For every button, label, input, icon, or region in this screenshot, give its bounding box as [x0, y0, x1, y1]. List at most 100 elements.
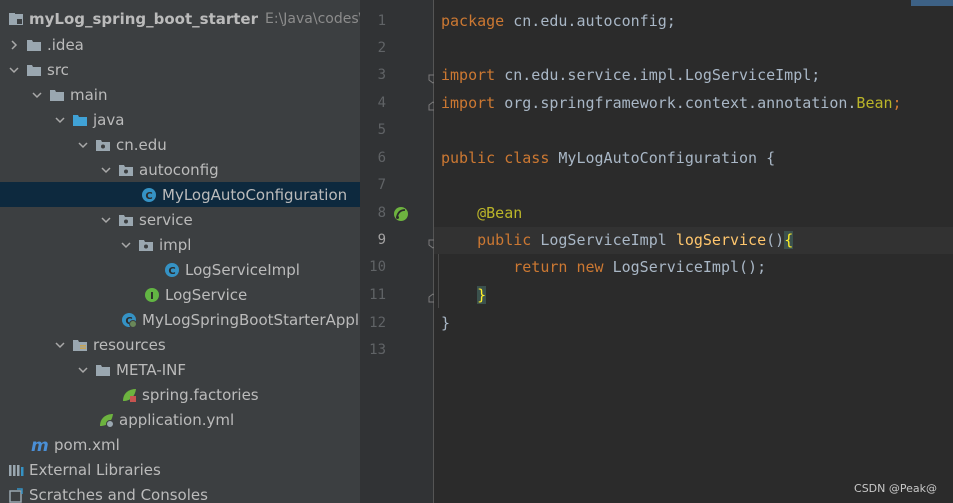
- project-path: E:\Java\codes\ss: [265, 11, 360, 27]
- tree-item-pom-xml[interactable]: m pom.xml: [0, 432, 360, 457]
- tree-item-label: LogService: [165, 285, 248, 304]
- line-number: 6: [377, 150, 386, 166]
- chevron-down-icon[interactable]: [54, 339, 66, 351]
- tree-root[interactable]: myLog_spring_boot_starter E:\Java\codes\…: [0, 7, 360, 31]
- line-number: 7: [377, 177, 386, 193]
- bean-gutter-icon[interactable]: [392, 205, 410, 223]
- tree-item-spring-factories[interactable]: spring.factories: [0, 382, 360, 407]
- folder-icon: [49, 87, 65, 103]
- code-line-6: public class MyLogAutoConfiguration {: [441, 149, 776, 167]
- tree-item-label: Scratches and Consoles: [29, 485, 208, 503]
- code-line-10: return new LogServiceImpl();: [513, 258, 767, 276]
- tree-item-label: impl: [159, 235, 192, 254]
- tree-item-label: pom.xml: [54, 435, 120, 454]
- chevron-down-icon[interactable]: [31, 89, 43, 101]
- svg-text:I: I: [150, 291, 154, 302]
- class-icon: C: [164, 262, 180, 278]
- chevron-down-icon[interactable]: [54, 114, 66, 126]
- interface-icon: I: [144, 287, 160, 303]
- chevron-down-icon[interactable]: [100, 214, 112, 226]
- line-number: 9: [377, 232, 386, 248]
- line-number: 8: [377, 205, 386, 221]
- tree-item-resources[interactable]: resources: [0, 332, 360, 357]
- package-icon: [138, 237, 154, 253]
- tree-item-java[interactable]: java: [0, 107, 360, 132]
- chevron-right-icon[interactable]: [8, 39, 20, 51]
- tree-item-logservice[interactable]: I LogService: [0, 282, 360, 307]
- ide-window: myLog_spring_boot_starter E:\Java\codes\…: [0, 0, 953, 503]
- indent-guide: [438, 254, 439, 308]
- tree-item-src[interactable]: src: [0, 57, 360, 82]
- line-number: 3: [377, 67, 386, 83]
- code-line-12: }: [441, 314, 451, 332]
- resources-folder-icon: [72, 337, 88, 353]
- scratches-icon: [8, 487, 24, 503]
- line-number: 2: [377, 40, 386, 56]
- module-folder-icon: [8, 11, 24, 27]
- tree-item-label: autoconfig: [139, 160, 219, 179]
- tree-item-label: MyLogAutoConfiguration: [162, 185, 348, 204]
- spring-leaf-icon: [121, 387, 137, 403]
- tree-item-external-libraries[interactable]: External Libraries: [0, 457, 360, 482]
- watermark: CSDN @Peak@: [854, 482, 937, 495]
- package-icon: [118, 162, 134, 178]
- tree-item-meta-inf[interactable]: META-INF: [0, 357, 360, 382]
- tree-item-autoconfig[interactable]: autoconfig: [0, 157, 360, 182]
- code-line-3: import cn.edu.service.impl.LogServiceImp…: [441, 66, 821, 84]
- tree-item-label: application.yml: [119, 410, 235, 429]
- chevron-down-icon[interactable]: [77, 139, 89, 151]
- code-line-1: package cn.edu.autoconfig;: [441, 12, 676, 30]
- code-line-8: @Bean: [477, 204, 523, 222]
- tree-item-label: resources: [93, 335, 166, 354]
- tree-item-label: spring.factories: [142, 385, 259, 404]
- tree-item-service[interactable]: service: [0, 207, 360, 232]
- tree-item-logserviceimpl[interactable]: C LogServiceImpl: [0, 257, 360, 282]
- tree-item-label: LogServiceImpl: [185, 260, 300, 279]
- tree-item-idea[interactable]: .idea: [0, 32, 360, 57]
- line-number: 13: [369, 342, 386, 358]
- svg-text:C: C: [145, 191, 152, 202]
- tree-item-label: src: [47, 60, 69, 79]
- code-line-9: public LogServiceImpl logService(){: [477, 231, 794, 249]
- scrollbar-marker[interactable]: [911, 0, 953, 6]
- folder-icon: [26, 62, 42, 78]
- line-number: 1: [377, 13, 386, 29]
- package-icon: [95, 137, 111, 153]
- code-editor[interactable]: package cn.edu.autoconfig; import cn.edu…: [434, 0, 953, 503]
- tree-item-label: cn.edu: [116, 135, 167, 154]
- class-icon: C: [141, 187, 157, 203]
- tree-item-label: META-INF: [116, 360, 187, 379]
- package-icon: [118, 212, 134, 228]
- tree-item-label: MyLogSpringBootStarterAppl: [142, 310, 360, 329]
- chevron-down-icon[interactable]: [77, 364, 89, 376]
- tree-item-label: .idea: [47, 35, 84, 54]
- libraries-icon: [8, 462, 24, 478]
- line-number: 11: [369, 287, 386, 303]
- matched-brace: {: [784, 231, 794, 249]
- code-line-11: }: [441, 282, 487, 309]
- folder-icon: [95, 362, 111, 378]
- tree-item-main[interactable]: main: [0, 82, 360, 107]
- tree-item-label: main: [70, 85, 108, 104]
- tree-item-label: External Libraries: [29, 460, 161, 479]
- chevron-down-icon[interactable]: [120, 239, 132, 251]
- folder-icon: [26, 37, 42, 53]
- tree-item-mylogautoconfiguration[interactable]: C MyLogAutoConfiguration: [0, 182, 360, 207]
- line-number: 4: [377, 95, 386, 111]
- svg-text:m: m: [31, 437, 49, 453]
- project-name: myLog_spring_boot_starter: [29, 10, 259, 28]
- chevron-down-icon[interactable]: [100, 164, 112, 176]
- line-number: 12: [369, 315, 386, 331]
- tree-item-scratches[interactable]: Scratches and Consoles: [0, 482, 360, 503]
- maven-icon: m: [31, 437, 49, 453]
- project-tree: myLog_spring_boot_starter E:\Java\codes\…: [0, 0, 360, 503]
- tree-item-impl[interactable]: impl: [0, 232, 360, 257]
- chevron-down-icon[interactable]: [8, 64, 20, 76]
- tree-item-application-yml[interactable]: application.yml: [0, 407, 360, 432]
- source-folder-icon: [72, 112, 88, 128]
- spring-config-icon: [98, 412, 114, 428]
- tree-item-cn-edu[interactable]: cn.edu: [0, 132, 360, 157]
- editor-gutter: 1 2 3 4 5 6 7 8 9 10 11 12 13: [360, 0, 434, 503]
- tree-item-application-class[interactable]: C MyLogSpringBootStarterAppl: [0, 307, 360, 332]
- matched-brace: }: [477, 286, 487, 304]
